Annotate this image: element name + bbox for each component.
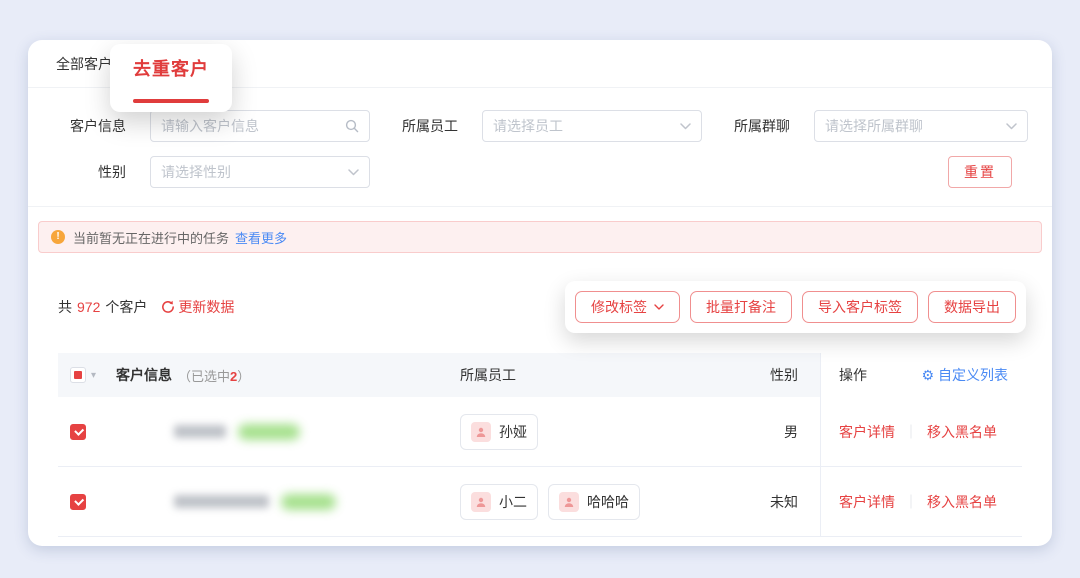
customer-count-summary: 共 972 个客户 更新数据 [58,297,234,317]
customer-detail-link[interactable]: 客户详情 [839,492,895,512]
customer-info-placeholder: 请输入客户信息 [161,116,345,136]
move-to-blacklist-link[interactable]: 移入黑名单 [927,422,997,442]
header-actions: 操作 [839,365,867,385]
header-employee: 所属员工 [460,365,516,385]
view-more-link[interactable]: 查看更多 [235,228,287,247]
export-data-button[interactable]: 数据导出 [928,291,1016,323]
gender-value: 未知 [770,492,798,512]
person-icon [559,492,579,512]
alert-message: 当前暂无正在进行中的任务 [73,228,229,247]
import-tags-button[interactable]: 导入客户标签 [802,291,918,323]
person-icon [471,492,491,512]
employee-label: 所属员工 [400,116,458,136]
reset-button[interactable]: 重置 [948,156,1012,188]
modify-tags-button[interactable]: 修改标签 [575,291,680,323]
batch-actions-callout: 修改标签 批量打备注 导入客户标签 数据导出 [565,281,1026,333]
tab-bar: 全部客户 去重客户 [28,40,1052,88]
employee-chip[interactable]: 小二 [460,484,538,520]
gear-icon: ⚙ [921,367,934,384]
action-separator: ｜ [904,422,918,442]
customer-info-input[interactable]: 请输入客户信息 [150,110,370,142]
customer-table: ▾ 客户信息 （已选中2） 所属员工 性别 操作 ⚙ 自定义列表 [58,353,1022,537]
refresh-icon [161,300,175,314]
action-separator: ｜ [904,492,918,512]
selected-count-text: （已选中2） [178,366,250,385]
row-checkbox[interactable] [70,494,86,510]
gender-label: 性别 [68,162,126,182]
gender-placeholder: 请选择性别 [161,162,348,182]
gender-value: 男 [784,422,798,442]
employee-chip[interactable]: 哈哈哈 [548,484,640,520]
redacted-avatar [116,480,160,524]
customer-info-label: 客户信息 [68,116,126,136]
header-gender: 性别 [770,365,798,385]
employee-select[interactable]: 请选择员工 [482,110,702,142]
person-icon [471,422,491,442]
table-header: ▾ 客户信息 （已选中2） 所属员工 性别 操作 ⚙ 自定义列表 [58,353,1022,397]
chevron-down-icon [654,304,664,310]
refresh-data-button[interactable]: 更新数据 [161,297,234,317]
chevron-down-icon [348,169,359,176]
tab-dedupe-customers-callout[interactable]: 去重客户 [110,44,232,112]
redacted-customer-name [174,495,269,508]
customize-columns-button[interactable]: ⚙ 自定义列表 [921,365,1008,385]
warning-icon: ! [51,230,65,244]
chevron-down-icon [1006,123,1017,130]
count-suffix: 个客户 [105,297,147,317]
redacted-avatar [116,410,160,454]
employee-chip[interactable]: 孙娅 [460,414,538,450]
chevron-down-icon [680,123,691,130]
select-all-checkbox[interactable] [70,367,86,383]
table-row: 孙娅 男 客户详情 ｜ 移入黑名单 [58,397,1022,467]
employee-name: 哈哈哈 [587,492,629,512]
group-chat-label: 所属群聊 [732,116,790,136]
customer-count: 972 [77,299,100,315]
employee-name: 小二 [499,492,527,512]
tab-all-customers[interactable]: 全部客户 [56,54,112,74]
move-to-blacklist-link[interactable]: 移入黑名单 [927,492,997,512]
header-customer-info: 客户信息 [116,365,172,385]
employee-name: 孙娅 [499,422,527,442]
group-chat-placeholder: 请选择所属群聊 [825,116,1006,136]
tab-dedupe-label: 去重客户 [133,55,209,81]
customer-list-card: 全部客户 去重客户 客户信息 请输入客户信息 所属员工 请选择员工 [28,40,1052,546]
row-checkbox[interactable] [70,424,86,440]
customize-columns-label: 自定义列表 [938,365,1008,385]
toolbar-row: 共 972 个客户 更新数据 修改标签 批量打备注 导入客户标签 数据导出 [28,281,1052,333]
batch-remark-button[interactable]: 批量打备注 [690,291,792,323]
task-alert-banner: ! 当前暂无正在进行中的任务 查看更多 [38,221,1042,253]
redacted-wechat-badge [238,424,300,440]
redacted-wechat-badge [281,494,336,510]
count-prefix: 共 [58,297,72,317]
customer-detail-link[interactable]: 客户详情 [839,422,895,442]
active-tab-underline [133,99,209,103]
modify-tags-label: 修改标签 [591,297,647,317]
refresh-label: 更新数据 [178,297,234,317]
gender-select[interactable]: 请选择性别 [150,156,370,188]
group-chat-select[interactable]: 请选择所属群聊 [814,110,1028,142]
table-row: 小二 哈哈哈 未知 客户详情 ｜ 移入黑名单 [58,467,1022,537]
search-icon [345,119,359,133]
employee-placeholder: 请选择员工 [493,116,680,136]
select-dropdown-caret-icon[interactable]: ▾ [91,370,96,381]
redacted-customer-name [174,425,226,438]
